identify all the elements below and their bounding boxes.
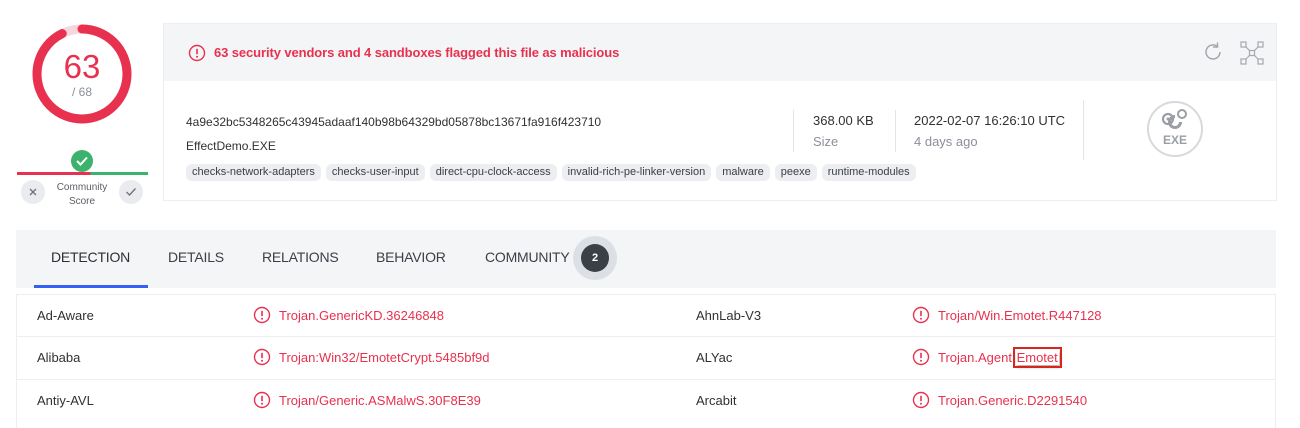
table-row: Ad-Aware Trojan.GenericKD.36246848 AhnLa… xyxy=(17,294,1275,337)
detection-result: Trojan.GenericKD.36246848 xyxy=(253,306,444,324)
community-score-bar xyxy=(17,172,148,175)
alert-circle-icon xyxy=(253,348,271,366)
vendor-name: Arcabit xyxy=(696,393,737,408)
tab-behavior[interactable]: BEHAVIOR xyxy=(376,249,446,265)
malicious-banner: 63 security vendors and 4 sandboxes flag… xyxy=(164,24,1276,81)
alert-circle-icon xyxy=(912,348,930,366)
last-analysis-date: 2022-02-07 16:26:10 UTC xyxy=(914,113,1066,128)
divider xyxy=(793,110,794,152)
alert-circle-icon xyxy=(912,306,930,324)
reanalyze-icon[interactable] xyxy=(1202,41,1224,63)
detections-table: Ad-Aware Trojan.GenericKD.36246848 AhnLa… xyxy=(16,294,1276,428)
divider xyxy=(1083,100,1084,160)
vendor-name: ALYac xyxy=(696,350,733,365)
file-size-label: Size xyxy=(813,134,839,149)
alert-circle-icon xyxy=(253,391,271,409)
positives-count: 63 xyxy=(63,48,101,85)
last-analysis-ago: 4 days ago xyxy=(914,134,978,149)
detection-result: Trojan.Generic.D2291540 xyxy=(912,391,1087,409)
vendor-name: Antiy-AVL xyxy=(37,393,94,408)
exe-file-type-icon: EXE xyxy=(1147,101,1203,157)
detection-result: Trojan:Win32/EmotetCrypt.5485bf9d xyxy=(253,348,490,366)
file-hash[interactable]: 4a9e32bc5348265c43945adaaf140b98b64329bd… xyxy=(186,115,601,129)
file-tags: checks-network-adapters checks-user-input… xyxy=(186,164,916,181)
divider xyxy=(895,110,896,152)
tab-details[interactable]: DETAILS xyxy=(168,249,224,265)
vendor-name: AhnLab-V3 xyxy=(696,308,762,323)
detection-result: Trojan/Generic.ASMalwS.30F8E39 xyxy=(253,391,481,409)
malicious-message: 63 security vendors and 4 sandboxes flag… xyxy=(214,45,620,60)
active-tab-indicator xyxy=(34,285,148,288)
community-check-icon xyxy=(71,150,93,172)
vendor-name: Alibaba xyxy=(37,350,81,365)
check-icon xyxy=(126,188,136,196)
vendor-name: Ad-Aware xyxy=(37,308,94,323)
file-tag[interactable]: runtime-modules xyxy=(821,164,916,181)
table-row: Alibaba Trojan:Win32/EmotetCrypt.5485bf9… xyxy=(17,337,1275,380)
tab-detection[interactable]: DETECTION xyxy=(51,249,130,265)
file-name: EffectDemo.EXE xyxy=(186,139,276,153)
detection-result: Trojan.Agent. Emotet xyxy=(912,346,1062,368)
file-tag[interactable]: direct-cpu-clock-access xyxy=(429,164,557,181)
detection-result: Trojan/Win.Emotet.R447128 xyxy=(912,306,1102,324)
report-tabs: DETECTION DETAILS RELATIONS BEHAVIOR COM… xyxy=(16,230,1276,288)
highlighted-family-name: Emotet xyxy=(1012,346,1062,368)
graph-icon[interactable] xyxy=(1240,41,1264,65)
table-row: Antiy-AVL Trojan/Generic.ASMalwS.30F8E39… xyxy=(17,380,1275,423)
total-engines: / 68 xyxy=(71,85,92,99)
detection-score-gauge: 63 / 68 xyxy=(30,22,134,126)
gears-icon xyxy=(1161,109,1187,129)
close-icon xyxy=(29,188,37,196)
tab-relations[interactable]: RELATIONS xyxy=(262,249,339,265)
alert-circle-icon xyxy=(253,306,271,324)
file-tag[interactable]: malware xyxy=(716,164,770,181)
file-tag[interactable]: checks-user-input xyxy=(325,164,425,181)
file-tag[interactable]: checks-network-adapters xyxy=(186,164,321,181)
vote-harmful-button[interactable] xyxy=(21,180,45,204)
alert-circle-icon xyxy=(912,391,930,409)
alert-circle-icon xyxy=(188,44,206,62)
community-score-label: Community Score xyxy=(56,182,108,207)
file-size: 368.00 KB xyxy=(813,113,874,128)
file-tag[interactable]: invalid-rich-pe-linker-version xyxy=(561,164,712,181)
file-tag[interactable]: peexe xyxy=(774,164,817,181)
banner-tools xyxy=(1202,41,1264,65)
tab-community[interactable]: COMMUNITY xyxy=(485,249,570,265)
vote-harmless-button[interactable] xyxy=(119,180,143,204)
community-count-badge: 2 xyxy=(581,244,609,272)
file-summary-card: 63 security vendors and 4 sandboxes flag… xyxy=(163,23,1277,201)
